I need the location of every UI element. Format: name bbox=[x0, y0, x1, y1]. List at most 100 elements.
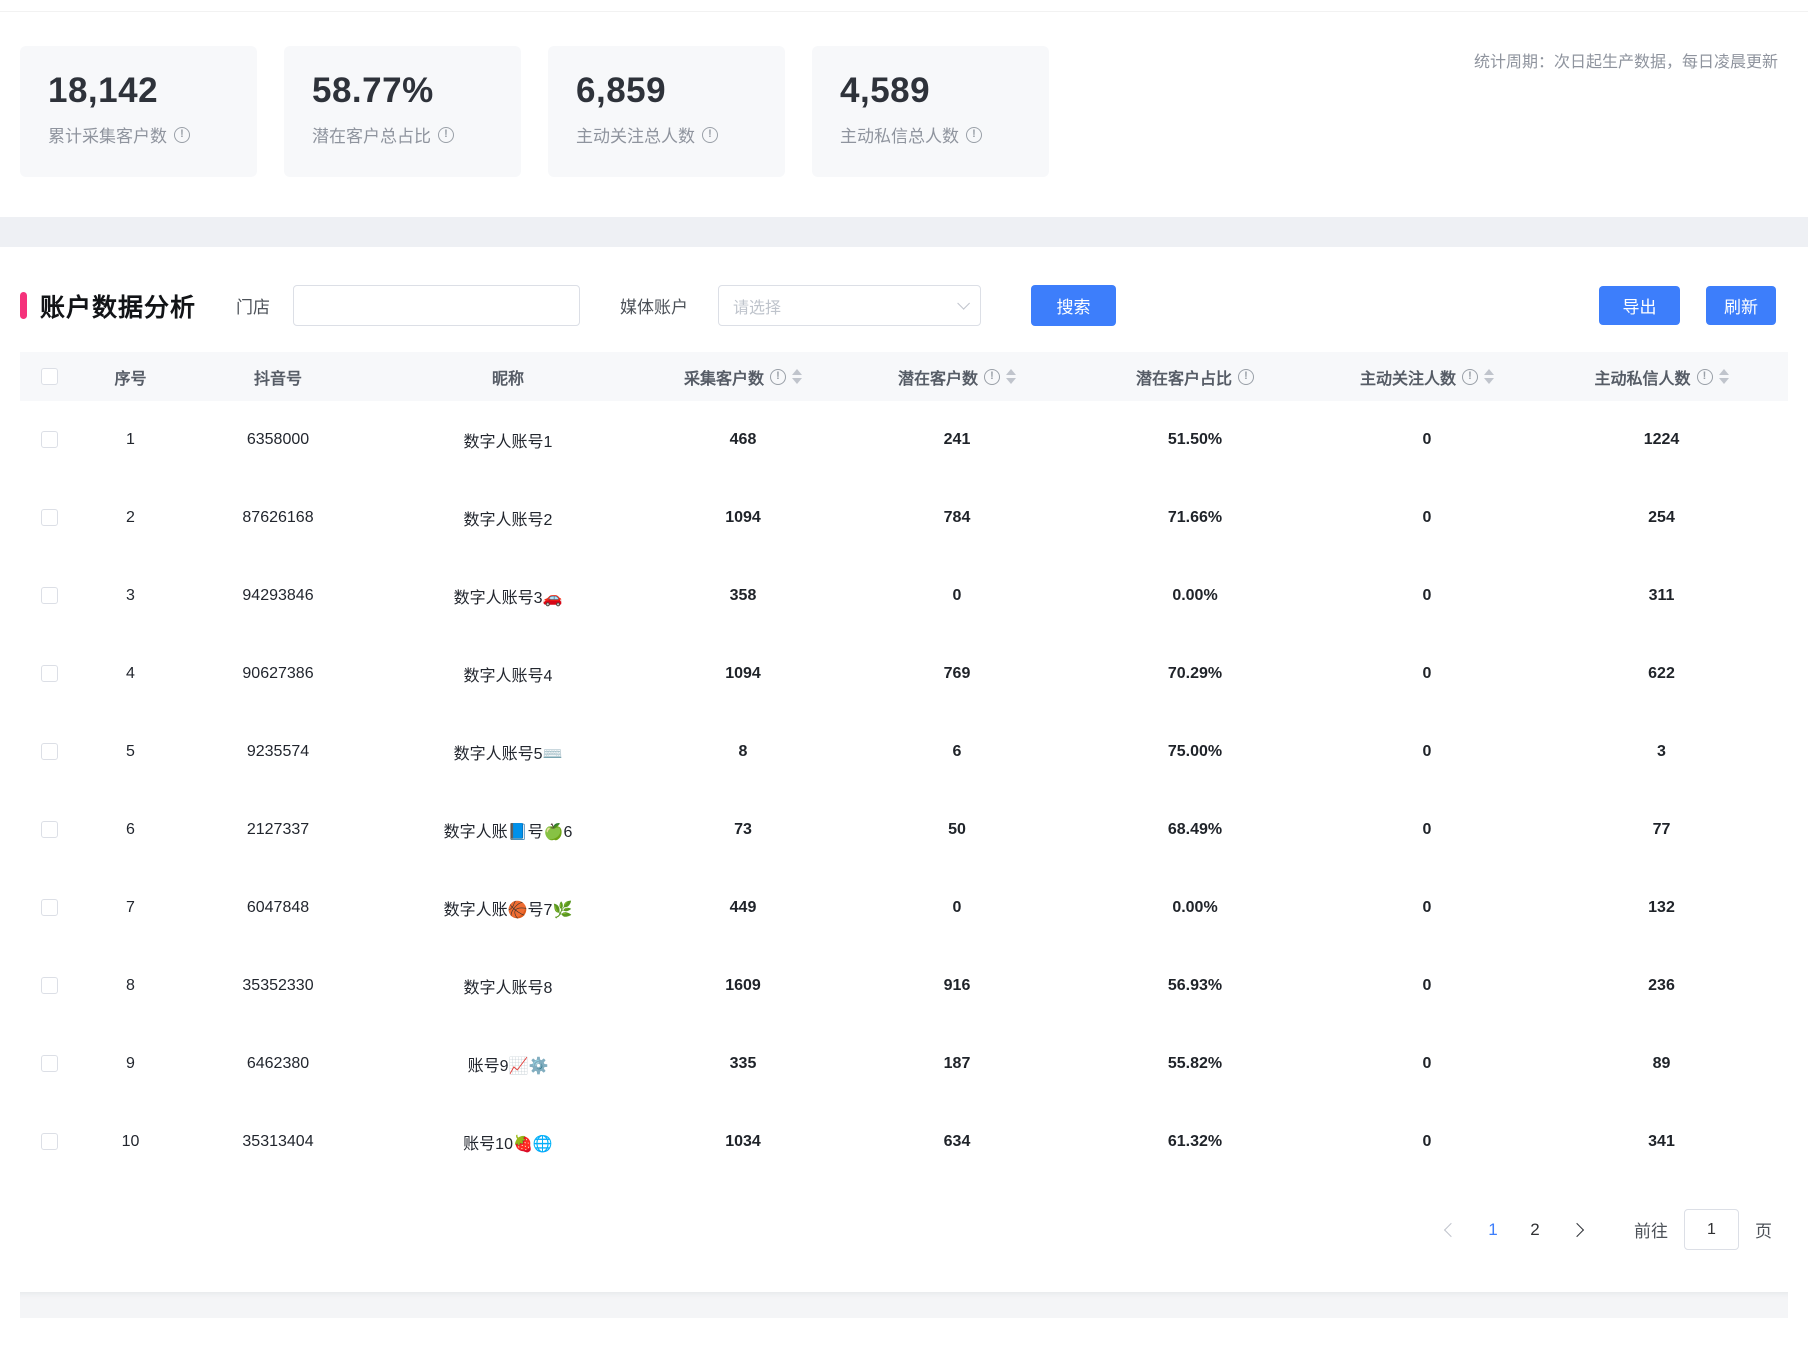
sort-carets[interactable] bbox=[1484, 369, 1494, 384]
row-nickname: 数字人账号3🚗 bbox=[373, 557, 643, 635]
row-checkbox[interactable] bbox=[41, 1133, 58, 1150]
col-header-potential[interactable]: 潜在客户数 ! bbox=[843, 352, 1071, 401]
refresh-button[interactable]: 刷新 bbox=[1706, 286, 1776, 325]
select-all-checkbox[interactable] bbox=[41, 368, 58, 385]
row-collected: 335 bbox=[643, 1025, 843, 1103]
row-potential-ratio: 55.82% bbox=[1071, 1025, 1319, 1103]
stat-label: 累计采集客户数 ! bbox=[48, 122, 229, 147]
info-icon[interactable]: ! bbox=[438, 127, 454, 143]
row-follows: 0 bbox=[1319, 791, 1535, 869]
row-collected: 1094 bbox=[643, 635, 843, 713]
sort-desc-icon[interactable] bbox=[1006, 378, 1016, 384]
row-select-cell bbox=[20, 713, 78, 791]
info-icon[interactable]: ! bbox=[984, 369, 1000, 385]
stat-value: 6,859 bbox=[576, 71, 757, 111]
store-input[interactable] bbox=[293, 285, 580, 326]
row-checkbox[interactable] bbox=[41, 1055, 58, 1072]
row-checkbox[interactable] bbox=[41, 431, 58, 448]
row-checkbox[interactable] bbox=[41, 899, 58, 916]
next-page-button[interactable] bbox=[1556, 1225, 1598, 1235]
sort-asc-icon[interactable] bbox=[1719, 369, 1729, 375]
row-messages: 341 bbox=[1535, 1103, 1788, 1181]
stat-value: 18,142 bbox=[48, 71, 229, 111]
row-checkbox[interactable] bbox=[41, 743, 58, 760]
media-account-select[interactable]: 请选择 bbox=[718, 285, 981, 326]
select-placeholder: 请选择 bbox=[733, 294, 781, 318]
info-icon[interactable]: ! bbox=[1697, 369, 1713, 385]
sort-asc-icon[interactable] bbox=[1484, 369, 1494, 375]
sort-asc-icon[interactable] bbox=[792, 369, 802, 375]
stats-section: 统计周期：次日起生产数据，每日凌晨更新 18,142 累计采集客户数 ! 58.… bbox=[0, 12, 1808, 217]
export-button[interactable]: 导出 bbox=[1599, 286, 1680, 325]
table-row: 8 35352330 数字人账号8 1609 916 56.93% 0 236 bbox=[20, 947, 1788, 1025]
row-potential: 769 bbox=[843, 635, 1071, 713]
col-header-follows[interactable]: 主动关注人数 ! bbox=[1319, 352, 1535, 401]
row-douyin-id: 94293846 bbox=[183, 557, 373, 635]
chevron-right-icon bbox=[1570, 1222, 1584, 1236]
row-messages: 77 bbox=[1535, 791, 1788, 869]
col-header-select bbox=[20, 352, 78, 401]
stat-value: 4,589 bbox=[840, 71, 1021, 111]
col-header-messages[interactable]: 主动私信人数 ! bbox=[1535, 352, 1788, 401]
row-index: 2 bbox=[78, 479, 183, 557]
title-accent-bar bbox=[20, 292, 27, 319]
row-follows: 0 bbox=[1319, 479, 1535, 557]
row-collected: 1609 bbox=[643, 947, 843, 1025]
row-index: 4 bbox=[78, 635, 183, 713]
row-select-cell bbox=[20, 635, 78, 713]
sort-carets[interactable] bbox=[1719, 369, 1729, 384]
row-douyin-id: 35352330 bbox=[183, 947, 373, 1025]
row-potential: 634 bbox=[843, 1103, 1071, 1181]
page-button-2[interactable]: 2 bbox=[1514, 1220, 1556, 1240]
col-header-collected[interactable]: 采集客户数 ! bbox=[643, 352, 843, 401]
sort-asc-icon[interactable] bbox=[1006, 369, 1016, 375]
row-potential-ratio: 61.32% bbox=[1071, 1103, 1319, 1181]
prev-page-button[interactable] bbox=[1430, 1225, 1472, 1235]
row-nickname: 数字人账🏀号7🌿 bbox=[373, 869, 643, 947]
row-checkbox[interactable] bbox=[41, 665, 58, 682]
info-icon[interactable]: ! bbox=[1238, 369, 1254, 385]
goto-page-input[interactable] bbox=[1684, 1209, 1739, 1250]
info-icon[interactable]: ! bbox=[1462, 369, 1478, 385]
row-index: 10 bbox=[78, 1103, 183, 1181]
row-messages: 236 bbox=[1535, 947, 1788, 1025]
row-checkbox[interactable] bbox=[41, 587, 58, 604]
row-nickname: 账号9📈⚙️ bbox=[373, 1025, 643, 1103]
row-checkbox[interactable] bbox=[41, 977, 58, 994]
row-follows: 0 bbox=[1319, 947, 1535, 1025]
sort-desc-icon[interactable] bbox=[792, 378, 802, 384]
sort-carets[interactable] bbox=[1006, 369, 1016, 384]
top-window-strip bbox=[0, 0, 1808, 12]
row-douyin-id: 87626168 bbox=[183, 479, 373, 557]
page-title: 账户数据分析 bbox=[40, 288, 196, 324]
col-header-douyin-id: 抖音号 bbox=[183, 352, 373, 401]
row-douyin-id: 6047848 bbox=[183, 869, 373, 947]
row-potential: 6 bbox=[843, 713, 1071, 791]
stat-label: 潜在客户总占比 ! bbox=[312, 122, 493, 147]
row-potential: 0 bbox=[843, 557, 1071, 635]
header-actions: 导出 刷新 bbox=[1599, 286, 1776, 325]
info-icon[interactable]: ! bbox=[770, 369, 786, 385]
stat-label: 主动关注总人数 ! bbox=[576, 122, 757, 147]
row-collected: 1034 bbox=[643, 1103, 843, 1181]
sort-carets[interactable] bbox=[792, 369, 802, 384]
info-icon[interactable]: ! bbox=[702, 127, 718, 143]
row-potential-ratio: 0.00% bbox=[1071, 869, 1319, 947]
info-icon[interactable]: ! bbox=[174, 127, 190, 143]
search-button[interactable]: 搜索 bbox=[1031, 285, 1116, 326]
stat-card-potential-ratio: 58.77% 潜在客户总占比 ! bbox=[284, 46, 521, 177]
row-follows: 0 bbox=[1319, 869, 1535, 947]
row-nickname: 数字人账号5⌨️ bbox=[373, 713, 643, 791]
row-collected: 1094 bbox=[643, 479, 843, 557]
row-potential: 0 bbox=[843, 869, 1071, 947]
row-select-cell bbox=[20, 791, 78, 869]
row-checkbox[interactable] bbox=[41, 821, 58, 838]
row-select-cell bbox=[20, 1025, 78, 1103]
sort-desc-icon[interactable] bbox=[1484, 378, 1494, 384]
row-potential-ratio: 71.66% bbox=[1071, 479, 1319, 557]
info-icon[interactable]: ! bbox=[966, 127, 982, 143]
sort-desc-icon[interactable] bbox=[1719, 378, 1729, 384]
stat-label: 主动私信总人数 ! bbox=[840, 122, 1021, 147]
row-checkbox[interactable] bbox=[41, 509, 58, 526]
page-button-1[interactable]: 1 bbox=[1472, 1220, 1514, 1240]
